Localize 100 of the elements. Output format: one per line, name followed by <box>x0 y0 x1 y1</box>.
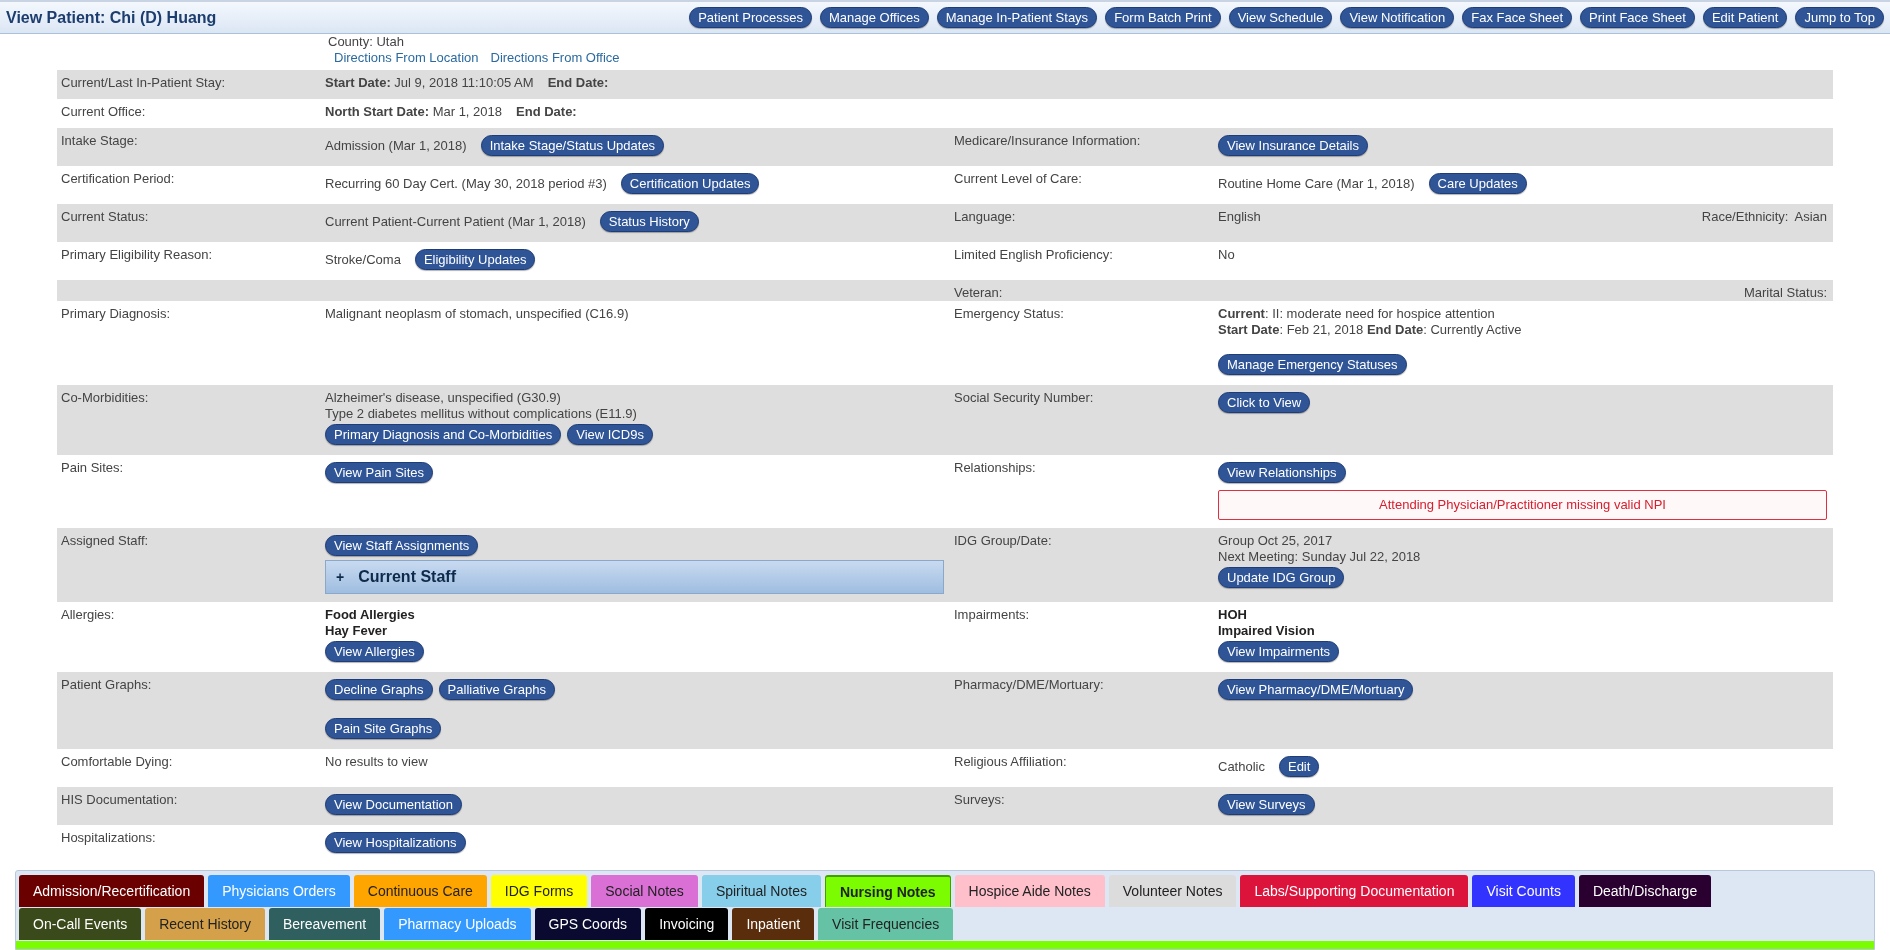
note-tab[interactable]: Nursing Notes <box>824 875 951 907</box>
action-button[interactable]: Care Updates <box>1428 173 1527 194</box>
note-tab[interactable]: Hospice Aide Notes <box>954 875 1105 907</box>
action-button[interactable]: Pain Site Graphs <box>325 718 442 739</box>
field-label: Marital Status: <box>1743 285 1827 301</box>
header-button[interactable]: View Notification <box>1340 7 1455 28</box>
page-title: View Patient: Chi (D) Huang <box>6 7 217 28</box>
field-label: Primary Eligibility Reason: <box>61 247 212 262</box>
field-label: Impairments: <box>954 607 1030 622</box>
note-tab[interactable]: GPS Coords <box>534 908 642 940</box>
action-button[interactable]: View Pharmacy/DME/Mortuary <box>1218 679 1414 700</box>
note-tab[interactable]: Visit Frequencies <box>818 908 954 940</box>
header-button[interactable]: View Schedule <box>1228 7 1333 28</box>
field-label: Certification Period: <box>61 171 175 186</box>
field-value: Catholic <box>1218 758 1265 775</box>
action-button[interactable]: Manage Emergency Statuses <box>1218 354 1407 375</box>
action-button[interactable]: View ICD9s <box>567 424 653 445</box>
header-button[interactable]: Edit Patient <box>1702 7 1788 28</box>
note-tab[interactable]: Labs/Supporting Documentation <box>1240 875 1469 907</box>
field-label: Comfortable Dying: <box>61 754 173 769</box>
note-tab[interactable]: On-Call Events <box>19 908 142 940</box>
warning-message: Attending Physician/Practitioner missing valid NPI <box>1218 490 1827 520</box>
action-button[interactable]: Eligibility Updates <box>414 249 536 270</box>
field-label: Co-Morbidities: <box>61 390 149 405</box>
field-value: End Date: <box>547 75 609 91</box>
field-label: Pain Sites: <box>61 460 124 475</box>
county-text: County: Utah <box>328 34 405 50</box>
action-button[interactable]: View Allergies <box>325 641 424 662</box>
action-button[interactable]: View Hospitalizations <box>325 832 466 853</box>
field-label: Current Status: <box>61 209 149 224</box>
field-value: HOH <box>1218 607 1247 623</box>
action-button[interactable]: View Impairments <box>1218 641 1340 662</box>
action-button[interactable]: Update IDG Group <box>1218 567 1345 588</box>
action-button[interactable]: View Surveys <box>1218 794 1315 815</box>
field-label: Relationships: <box>954 460 1036 475</box>
action-button[interactable]: View Relationships <box>1218 462 1346 483</box>
action-button[interactable]: Status History <box>599 211 699 232</box>
field-value: Impaired Vision <box>1218 623 1315 639</box>
field-value: Asian <box>1794 209 1827 226</box>
field-label: Emergency Status: <box>954 306 1064 321</box>
note-tab[interactable]: Invoicing <box>645 908 729 940</box>
action-button[interactable]: Intake Stage/Status Updates <box>480 135 665 156</box>
action-button[interactable]: View Insurance Details <box>1218 135 1368 156</box>
field-value: Malignant neoplasm of stomach, unspecified (C16.9) <box>325 306 629 322</box>
header-button[interactable]: Jump to Top <box>1795 7 1884 28</box>
field-label: IDG Group/Date: <box>954 533 1052 548</box>
field-value: Group Oct 25, 2017 <box>1218 533 1333 549</box>
header-button[interactable]: Manage In-Patient Stays <box>936 7 1098 28</box>
field-label: Race/Ethnicity: <box>1701 209 1789 226</box>
action-button[interactable]: Edit <box>1278 756 1320 777</box>
header-button[interactable]: Patient Processes <box>689 7 812 28</box>
field-value: North Start Date: Mar 1, 2018 <box>325 104 502 120</box>
note-tab[interactable]: Bereavement <box>268 908 381 940</box>
action-button[interactable]: Click to View <box>1218 392 1311 413</box>
field-label: Patient Graphs: <box>61 677 152 692</box>
header-button[interactable]: Fax Face Sheet <box>1462 7 1573 28</box>
note-tab[interactable]: Continuous Care <box>353 875 487 907</box>
field-value: No <box>1218 247 1235 263</box>
field-value: Admission (Mar 1, 2018) <box>325 137 467 154</box>
field-value: Type 2 diabetes mellitus without complications (E11.9) <box>325 406 637 422</box>
action-button[interactable]: Certification Updates <box>620 173 760 194</box>
field-label: Allergies: <box>61 607 115 622</box>
field-label: Veteran: <box>954 285 1003 300</box>
action-button[interactable]: Decline Graphs <box>325 679 433 700</box>
directions-link[interactable]: Directions From Office <box>490 50 620 66</box>
field-label: Hospitalizations: <box>61 830 156 845</box>
field-value: English <box>1218 209 1261 225</box>
note-tab[interactable]: Visit Counts <box>1472 875 1575 907</box>
action-button[interactable]: View Pain Sites <box>325 462 434 483</box>
note-tab[interactable]: Social Notes <box>591 875 698 907</box>
field-value: Current: II: moderate need for hospice attention <box>1218 306 1495 322</box>
action-button[interactable]: Palliative Graphs <box>438 679 555 700</box>
field-label: Intake Stage: <box>61 133 138 148</box>
current-staff-panel[interactable]: + Current Staff <box>325 560 944 594</box>
note-tab[interactable]: Admission/Recertification <box>19 875 205 907</box>
field-value: Alzheimer's disease, unspecified (G30.9) <box>325 390 561 406</box>
header-button[interactable]: Form Batch Print <box>1105 7 1221 28</box>
action-button[interactable]: View Documentation <box>325 794 462 815</box>
note-tab[interactable]: IDG Forms <box>490 875 588 907</box>
field-value: No results to view <box>325 754 428 770</box>
field-label: Surveys: <box>954 792 1005 807</box>
action-button[interactable]: View Staff Assignments <box>325 535 479 556</box>
note-tab[interactable]: Inpatient <box>732 908 815 940</box>
note-tab[interactable]: Spiritual Notes <box>701 875 821 907</box>
field-value: Routine Home Care (Mar 1, 2018) <box>1218 175 1415 192</box>
note-tab[interactable]: Volunteer Notes <box>1108 875 1237 907</box>
field-label: Current/Last In-Patient Stay: <box>61 75 226 90</box>
header-button[interactable]: Print Face Sheet <box>1580 7 1695 28</box>
action-button[interactable]: Primary Diagnosis and Co-Morbidities <box>325 424 562 445</box>
field-value: Start Date: Feb 21, 2018 End Date: Currently Active <box>1218 322 1522 338</box>
field-label: HIS Documentation: <box>61 792 178 807</box>
field-label: Limited English Proficiency: <box>954 247 1113 262</box>
field-value: Next Meeting: Sunday Jul 22, 2018 <box>1218 549 1421 565</box>
header-button[interactable]: Manage Offices <box>819 7 929 28</box>
directions-link[interactable]: Directions From Location <box>334 50 479 66</box>
note-tab[interactable]: Recent History <box>145 908 265 940</box>
field-label: Current Level of Care: <box>954 171 1082 186</box>
field-label: Religious Affiliation: <box>954 754 1067 769</box>
note-tab[interactable]: Death/Discharge <box>1578 875 1712 907</box>
expand-icon: + <box>336 570 345 584</box>
